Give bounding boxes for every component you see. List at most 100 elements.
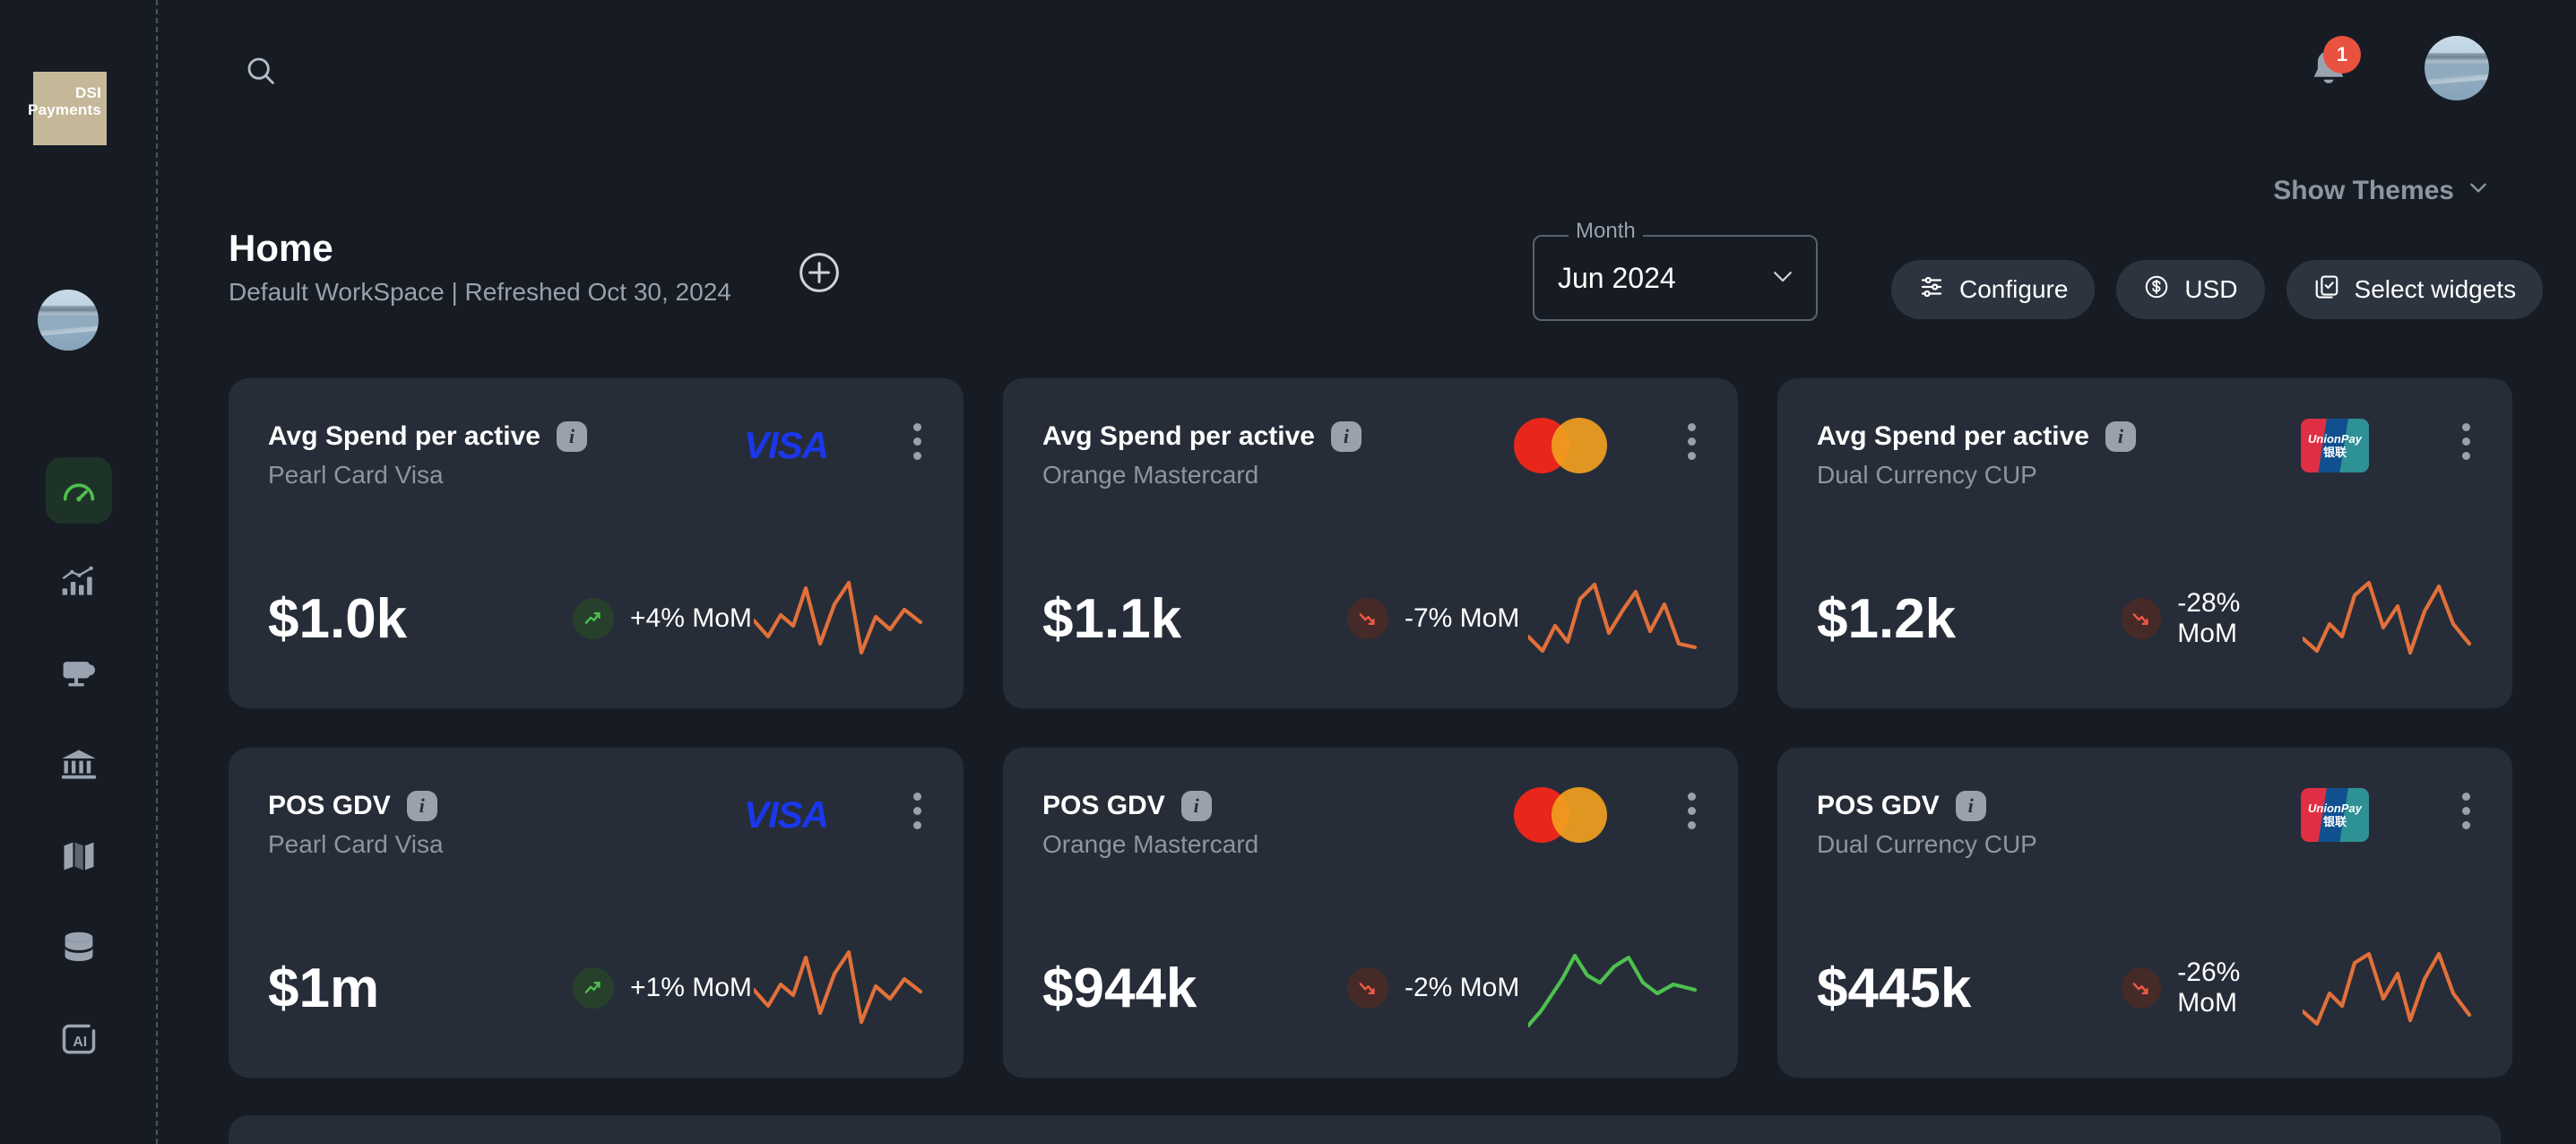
configure-button[interactable]: Configure	[1891, 260, 2096, 319]
info-icon[interactable]: i	[1180, 791, 1212, 821]
kpi-card[interactable]: Avg Spend per active i Pearl Card Visa VISA…	[229, 378, 964, 708]
dollar-circle-icon	[2143, 273, 2170, 307]
card-metrics: $1.1k -7% MoM	[1042, 574, 1699, 663]
brand-logo[interactable]: DSI Payments	[28, 72, 107, 145]
trend-down-icon	[2122, 598, 2162, 639]
sparkline-chart	[751, 574, 924, 663]
card-title: Avg Spend per active	[1817, 421, 2089, 451]
sidebar-item-ai-assistant[interactable]: AI	[46, 1006, 112, 1072]
sidebar: DSI Payments AI	[0, 0, 157, 1144]
sparkline-chart	[2300, 574, 2473, 663]
sparkline-chart	[2300, 943, 2473, 1033]
show-themes-button[interactable]: Show Themes	[2273, 176, 2490, 206]
card-value: $1.0k	[268, 587, 408, 650]
card-delta: -26% MoM	[2122, 958, 2303, 1018]
kpi-card[interactable]: POS GDV i Pearl Card Visa VISA $1m +1% MoM	[229, 748, 964, 1078]
kpi-card[interactable]: Avg Spend per active i Orange Mastercard $1…	[1003, 378, 1738, 708]
user-avatar[interactable]	[2425, 36, 2489, 100]
currency-button[interactable]: USD	[2116, 260, 2265, 319]
month-value: Jun 2024	[1558, 261, 1676, 294]
search-button[interactable]	[240, 52, 281, 93]
kpi-card[interactable]: POS GDV i Orange Mastercard $944k -2% MoM	[1003, 748, 1738, 1078]
month-field-label: Month	[1569, 219, 1643, 244]
mastercard-logo	[1489, 418, 1632, 473]
chevron-down-icon	[2467, 176, 2490, 206]
trend-up-icon	[573, 967, 614, 1009]
card-delta: -28% MoM	[2122, 588, 2303, 649]
page-header: Home Default WorkSpace | Refreshed Oct 3…	[229, 226, 731, 307]
kpi-card[interactable]: POS GDV i Dual Currency CUP UnionPay 银联 $445k…	[1777, 748, 2512, 1078]
card-delta-label: -28% MoM	[2177, 588, 2241, 648]
month-select[interactable]: Jun 2024	[1533, 235, 1818, 321]
kpi-card[interactable]: Avg Spend per active i Dual Currency CUP Un…	[1777, 378, 2512, 708]
trend-down-icon	[1347, 598, 1388, 639]
select-widgets-button[interactable]: Select widgets	[2286, 260, 2544, 319]
ai-box-icon: AI	[59, 1019, 99, 1059]
card-delta-label: -2% MoM	[1405, 973, 1520, 1002]
sparkline-chart	[1526, 943, 1699, 1033]
sidebar-avatar[interactable]	[38, 290, 99, 351]
bank-icon	[59, 745, 99, 784]
card-title: Avg Spend per active	[1042, 421, 1315, 451]
kpi-card-grid: Avg Spend per active i Pearl Card Visa VISA…	[229, 378, 2512, 1078]
brand-logo-line2: Payments	[28, 101, 101, 118]
trend-down-icon	[2122, 967, 2162, 1009]
sidebar-nav: AI	[0, 457, 157, 1097]
info-icon[interactable]: i	[2105, 421, 2136, 452]
notifications-button[interactable]: 1	[2304, 36, 2361, 95]
more-vertical-icon[interactable]	[1688, 423, 1699, 460]
trend-up-icon	[573, 598, 614, 639]
card-delta-label: +4% MoM	[630, 603, 752, 633]
card-title: POS GDV	[268, 791, 391, 820]
bar-chart-icon	[59, 562, 99, 602]
card-value: $1m	[268, 957, 380, 1019]
page-subtitle: Default WorkSpace | Refreshed Oct 30, 20…	[229, 278, 731, 306]
monitor-icon	[59, 654, 99, 693]
sidebar-item-data[interactable]	[46, 914, 112, 981]
more-vertical-icon[interactable]	[1688, 793, 1699, 829]
unionpay-logo: UnionPay 银联	[2263, 788, 2407, 842]
info-icon[interactable]: i	[556, 421, 587, 452]
info-icon[interactable]: i	[406, 791, 437, 821]
card-value: $445k	[1817, 957, 1972, 1019]
card-value: $1.2k	[1817, 587, 1957, 650]
wide-widget-card[interactable]	[229, 1115, 2501, 1144]
more-vertical-icon[interactable]	[913, 423, 924, 460]
visa-logo: VISA	[743, 424, 829, 466]
card-delta: -7% MoM	[1347, 598, 1519, 639]
card-delta: +1% MoM	[573, 967, 752, 1009]
configure-label: Configure	[1959, 275, 2069, 303]
card-delta: -2% MoM	[1347, 967, 1519, 1009]
card-metrics: $1.2k -28% MoM	[1817, 574, 2473, 663]
checkbox-layers-icon	[2313, 273, 2340, 307]
gauge-icon	[58, 470, 99, 511]
card-delta-label: -7% MoM	[1405, 603, 1520, 633]
bell-icon	[2304, 51, 2354, 99]
info-icon[interactable]: i	[1955, 791, 1986, 821]
info-icon[interactable]: i	[1330, 421, 1361, 452]
mastercard-logo	[1489, 787, 1632, 843]
sparkline-chart	[751, 943, 924, 1033]
sidebar-item-dashboard[interactable]	[45, 457, 112, 524]
sidebar-item-monitoring[interactable]	[46, 640, 112, 706]
more-vertical-icon[interactable]	[2462, 793, 2473, 829]
avatar-photo	[2425, 36, 2489, 100]
card-value: $944k	[1042, 957, 1197, 1019]
card-delta: +4% MoM	[573, 598, 752, 639]
visa-logo: VISA	[743, 793, 829, 836]
sidebar-item-analytics[interactable]	[46, 549, 112, 615]
card-metrics: $445k -26% MoM	[1817, 943, 2473, 1033]
page-title: Home	[229, 227, 333, 269]
card-delta-label: -26% MoM	[2177, 958, 2241, 1018]
card-metrics: $1.0k +4% MoM	[268, 574, 924, 663]
dashboard-toolbar: Configure USD Select widgets	[1891, 260, 2544, 319]
add-widget-button[interactable]	[796, 249, 843, 296]
card-value: $1.1k	[1042, 587, 1182, 650]
trend-down-icon	[1347, 967, 1388, 1009]
card-metrics: $1m +1% MoM	[268, 943, 924, 1033]
more-vertical-icon[interactable]	[913, 793, 924, 829]
more-vertical-icon[interactable]	[2462, 423, 2473, 460]
card-title: POS GDV	[1817, 791, 1940, 820]
sidebar-item-maps[interactable]	[46, 823, 112, 889]
sidebar-item-institutions[interactable]	[46, 732, 112, 798]
